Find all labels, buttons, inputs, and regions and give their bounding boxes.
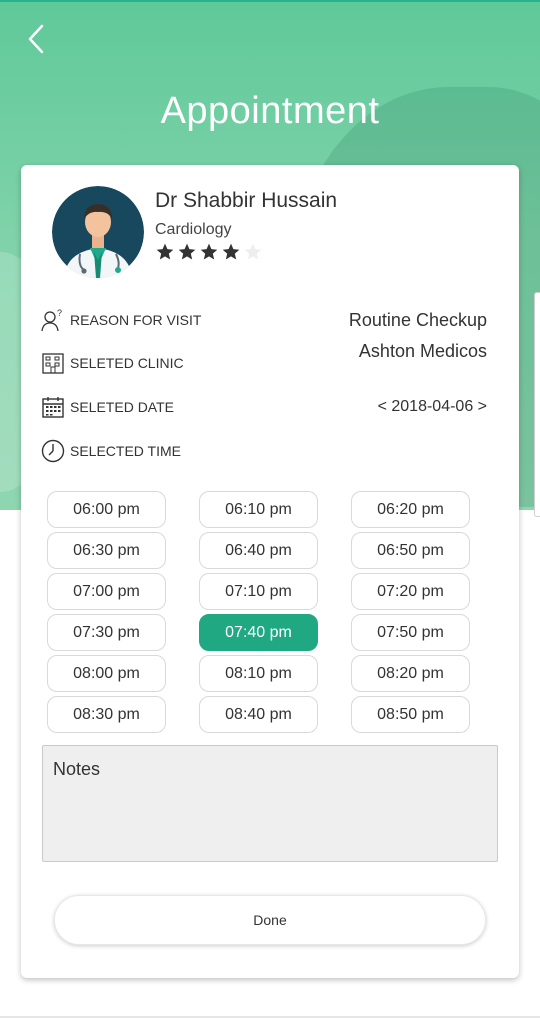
clock-icon <box>41 439 65 463</box>
time-slot[interactable]: 07:10 pm <box>199 573 318 610</box>
star-filled-icon <box>178 243 196 260</box>
time-slot[interactable]: 08:20 pm <box>351 655 470 692</box>
doctor-rating <box>155 242 263 262</box>
time-slot[interactable]: 06:30 pm <box>47 532 166 569</box>
date-row[interactable]: SELETED DATE < 2018-04-06 > <box>41 392 491 422</box>
time-slot[interactable]: 08:30 pm <box>47 696 166 733</box>
time-slot[interactable]: 08:50 pm <box>351 696 470 733</box>
time-slot[interactable]: 08:10 pm <box>199 655 318 692</box>
reason-value[interactable]: Routine Checkup <box>349 310 487 331</box>
back-button[interactable] <box>22 22 56 56</box>
time-slot[interactable]: 06:50 pm <box>351 532 470 569</box>
clinic-label: SELETED CLINIC <box>70 355 184 371</box>
clinic-row[interactable]: SELETED CLINIC Ashton Medicos <box>41 341 491 378</box>
time-slot[interactable]: 06:00 pm <box>47 491 166 528</box>
time-slot[interactable]: 07:50 pm <box>351 614 470 651</box>
clinic-building-icon <box>41 351 65 375</box>
person-question-icon: ? <box>41 308 65 332</box>
star-filled-icon <box>200 243 218 260</box>
date-label: SELETED DATE <box>70 399 174 415</box>
clinic-value[interactable]: Ashton Medicos <box>359 341 487 362</box>
star-filled-icon <box>222 243 240 260</box>
time-slot[interactable]: 07:00 pm <box>47 573 166 610</box>
time-slot[interactable]: 08:00 pm <box>47 655 166 692</box>
time-slot[interactable]: 07:30 pm <box>47 614 166 651</box>
appointment-card: Dr Shabbir Hussain Cardiology ? REASON F… <box>21 165 519 978</box>
chevron-left-icon <box>28 24 44 54</box>
calendar-icon <box>41 395 65 419</box>
time-slot[interactable]: 06:10 pm <box>199 491 318 528</box>
time-slot[interactable]: 06:20 pm <box>351 491 470 528</box>
doctor-name: Dr Shabbir Hussain <box>155 189 338 212</box>
svg-text:?: ? <box>57 308 62 318</box>
doctor-avatar <box>52 186 144 278</box>
time-row: SELECTED TIME <box>41 436 491 466</box>
date-selector[interactable]: < 2018-04-06 > <box>378 398 487 416</box>
side-scroll-handle[interactable] <box>534 292 540 517</box>
reason-label: REASON FOR VISIT <box>70 312 202 328</box>
doctor-specialty: Cardiology <box>155 221 232 238</box>
time-slot-selected[interactable]: 07:40 pm <box>199 614 318 651</box>
time-slot[interactable]: 08:40 pm <box>199 696 318 733</box>
notes-placeholder: Notes <box>53 759 101 779</box>
time-slot[interactable]: 06:40 pm <box>199 532 318 569</box>
done-button[interactable]: Done <box>54 895 486 945</box>
notes-field[interactable]: Notes <box>42 745 498 862</box>
page-title: Appointment <box>160 90 380 132</box>
reason-row[interactable]: ? REASON FOR VISIT Routine Checkup <box>41 305 491 335</box>
star-empty-icon <box>244 243 262 260</box>
time-label: SELECTED TIME <box>70 443 181 459</box>
star-filled-icon <box>156 243 174 260</box>
time-slot[interactable]: 07:20 pm <box>351 573 470 610</box>
